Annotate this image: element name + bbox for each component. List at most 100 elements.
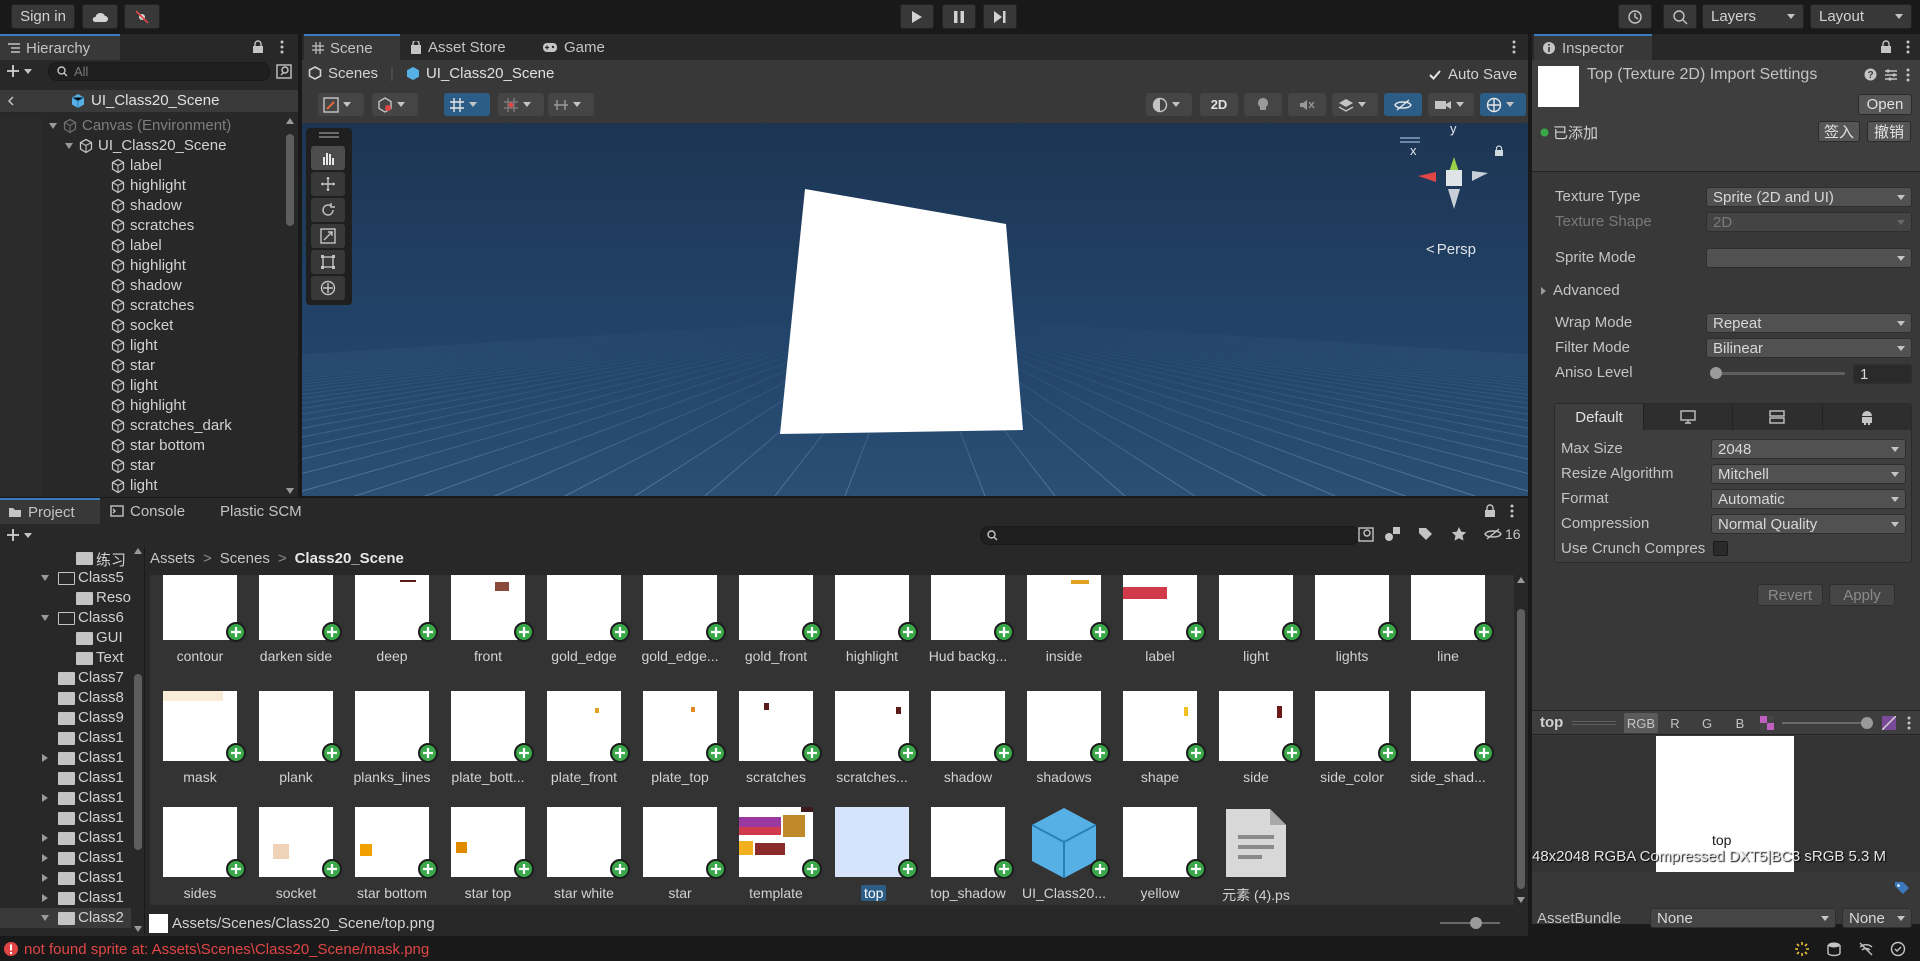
- more-options-icon[interactable]: [1512, 40, 1516, 54]
- project-tree-item[interactable]: Class8: [0, 688, 132, 708]
- asset-item[interactable]: plate_bott...: [438, 691, 534, 806]
- more-options-icon[interactable]: [1906, 40, 1910, 54]
- tab-scene[interactable]: Scene: [304, 34, 400, 60]
- hierarchy-item[interactable]: Canvas (Environment): [0, 116, 280, 136]
- hierarchy-item[interactable]: highlight: [0, 396, 280, 416]
- asset-item[interactable]: star top: [438, 807, 534, 905]
- asset-item[interactable]: side_color: [1302, 691, 1398, 806]
- cache-server-icon[interactable]: [1826, 941, 1842, 957]
- create-button[interactable]: [6, 62, 36, 80]
- asset-item[interactable]: lights: [1302, 575, 1398, 685]
- shading-mode-dropdown[interactable]: [1146, 93, 1192, 116]
- hierarchy-item[interactable]: star: [0, 356, 280, 376]
- network-off-icon[interactable]: [1858, 941, 1874, 957]
- audio-toggle[interactable]: [1288, 93, 1326, 116]
- lock-icon[interactable]: [1484, 504, 1496, 518]
- crunch-checkbox[interactable]: [1713, 541, 1728, 556]
- tab-plastic-scm[interactable]: Plastic SCM: [212, 498, 322, 524]
- hierarchy-item[interactable]: highlight: [0, 256, 280, 276]
- hierarchy-item[interactable]: shadow: [0, 196, 280, 216]
- asset-item[interactable]: star: [630, 807, 726, 905]
- back-chevron-icon[interactable]: [7, 96, 15, 106]
- asset-item[interactable]: side_shad...: [1398, 691, 1494, 806]
- hierarchy-item[interactable]: star: [0, 456, 280, 476]
- channel-rgb-button[interactable]: RGB: [1624, 713, 1658, 733]
- expand-arrow-icon[interactable]: [64, 142, 74, 150]
- alpha-checker-icon[interactable]: [1760, 716, 1774, 730]
- asset-bundle-variant-dropdown[interactable]: None: [1842, 908, 1912, 928]
- breadcrumb-item[interactable]: Scenes: [220, 550, 270, 567]
- open-button[interactable]: Open: [1858, 94, 1912, 115]
- layout-dropdown[interactable]: Layout: [1810, 4, 1912, 29]
- tab-hierarchy[interactable]: Hierarchy: [0, 34, 120, 60]
- hierarchy-item[interactable]: scratches: [0, 216, 280, 236]
- expand-arrow-icon[interactable]: [40, 573, 50, 583]
- asset-item[interactable]: inside: [1014, 575, 1110, 685]
- settings-sliders-icon[interactable]: [1884, 68, 1898, 81]
- wrap-mode-dropdown[interactable]: Repeat: [1706, 313, 1912, 333]
- asset-item[interactable]: side: [1206, 691, 1302, 806]
- asset-item[interactable]: planks_lines: [342, 691, 438, 806]
- hierarchy-item[interactable]: light: [0, 336, 280, 356]
- search-by-type-icon[interactable]: [276, 64, 292, 79]
- hierarchy-item[interactable]: star bottom: [0, 436, 280, 456]
- status-error-message[interactable]: not found sprite at: Assets\Scenes\Class…: [24, 941, 429, 958]
- project-tree-item[interactable]: Class9: [0, 708, 132, 728]
- hierarchy-scrollbar[interactable]: [283, 116, 297, 496]
- 2d-toggle[interactable]: 2D: [1200, 93, 1238, 116]
- hierarchy-item[interactable]: light: [0, 376, 280, 396]
- project-tree-item[interactable]: Class1: [0, 848, 132, 868]
- texture-type-dropdown[interactable]: Sprite (2D and UI): [1706, 187, 1912, 207]
- scale-tool[interactable]: [311, 224, 345, 248]
- thumbnail-size-knob[interactable]: [1470, 917, 1482, 929]
- search-button[interactable]: [1663, 4, 1697, 29]
- asset-item[interactable]: plank: [246, 691, 342, 806]
- asset-item[interactable]: Hud backg...: [918, 575, 1014, 685]
- rect-tool[interactable]: [311, 250, 345, 274]
- camera-dropdown[interactable]: [1428, 93, 1474, 116]
- project-tree-item[interactable]: Class5: [0, 568, 132, 588]
- max-size-dropdown[interactable]: 2048: [1711, 439, 1906, 459]
- more-options-icon[interactable]: [1510, 504, 1514, 518]
- collapse-arrow-icon[interactable]: [40, 853, 50, 863]
- compression-dropdown[interactable]: Normal Quality: [1711, 514, 1906, 534]
- asset-item[interactable]: shape: [1110, 691, 1206, 806]
- asset-item[interactable]: sides: [150, 807, 246, 905]
- project-tree-item[interactable]: Class7: [0, 668, 132, 688]
- sprite-plane[interactable]: [780, 189, 1023, 434]
- resize-algorithm-dropdown[interactable]: Mitchell: [1711, 464, 1906, 484]
- hierarchy-item[interactable]: label: [0, 156, 280, 176]
- channel-g-button[interactable]: G: [1692, 713, 1722, 733]
- project-tree-item[interactable]: Reso: [0, 588, 132, 608]
- project-tree-item[interactable]: GUI: [0, 628, 132, 648]
- apply-button[interactable]: Apply: [1829, 584, 1895, 606]
- project-tree-item[interactable]: Class1: [0, 828, 132, 848]
- asset-item[interactable]: scratches: [726, 691, 822, 806]
- more-options-icon[interactable]: [1907, 716, 1911, 730]
- draw-mode-dropdown[interactable]: [318, 93, 364, 116]
- asset-item[interactable]: plate_front: [534, 691, 630, 806]
- asset-item[interactable]: top_shadow: [918, 807, 1014, 905]
- hierarchy-item[interactable]: light: [0, 476, 280, 496]
- label-tag-icon[interactable]: [1418, 527, 1434, 542]
- mip-slider[interactable]: [1782, 722, 1868, 724]
- breadcrumb-scenes[interactable]: Scenes: [328, 65, 378, 82]
- asset-item[interactable]: plate_top: [630, 691, 726, 806]
- tab-platform-default[interactable]: Default: [1555, 404, 1643, 430]
- asset-grid-scrollbar[interactable]: [1514, 575, 1528, 905]
- project-tree-item[interactable]: Class1: [0, 768, 132, 788]
- transform-tool[interactable]: [311, 276, 345, 300]
- gizmo-handle[interactable]: [1400, 137, 1420, 139]
- filter-by-type-icon[interactable]: [1384, 526, 1402, 542]
- hierarchy-item[interactable]: UI_Class20_Scene: [0, 136, 280, 156]
- history-button[interactable]: [1618, 4, 1652, 29]
- effects-dropdown[interactable]: [1332, 93, 1378, 116]
- revert-button[interactable]: Revert: [1757, 584, 1823, 606]
- hierarchy-item[interactable]: highlight: [0, 176, 280, 196]
- render-mode-dropdown[interactable]: [372, 93, 418, 116]
- collapse-arrow-icon[interactable]: [40, 893, 50, 903]
- project-search-input[interactable]: [980, 526, 1360, 545]
- star-favorites-icon[interactable]: [1451, 526, 1467, 542]
- expand-arrow-icon[interactable]: [40, 913, 50, 923]
- search-by-type-icon[interactable]: [1358, 527, 1374, 542]
